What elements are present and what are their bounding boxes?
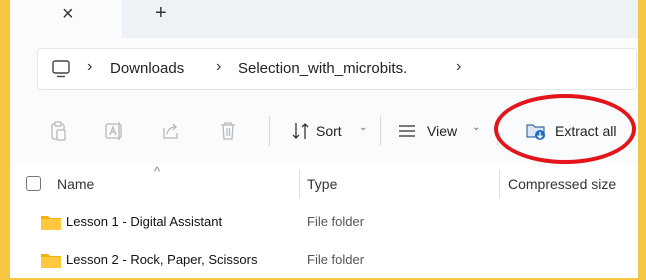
view-label: View [427,123,458,139]
column-header-row: ^ Name Type Compressed size [10,164,638,202]
sort-icon [292,123,309,139]
select-all-checkbox[interactable] [26,176,41,191]
column-divider[interactable] [499,170,500,198]
sort-label: Sort [316,123,342,139]
breadcrumb-separator[interactable]: › [87,58,92,76]
rename-icon[interactable] [103,120,125,142]
column-divider[interactable] [299,170,300,198]
tab-strip: × + [10,0,638,38]
item-type: File folder [307,214,365,229]
item-name: Lesson 1 - Digital Assistant [66,214,223,229]
computer-icon[interactable] [52,59,70,79]
highlight-ring [494,94,636,164]
new-tab-button[interactable]: + [155,2,167,25]
active-tab[interactable]: × [10,0,122,38]
breadcrumb-current-folder[interactable]: Selection_with_microbits. [238,60,407,77]
column-header-compressed-size[interactable]: Compressed size [508,176,616,192]
delete-icon[interactable] [217,120,239,142]
paste-icon[interactable] [48,120,70,142]
address-bar[interactable]: › Downloads › Selection_with_microbits. … [37,48,637,90]
list-item[interactable]: Lesson 1 - Digital Assistant File folder [10,204,638,240]
view-icon [399,125,415,137]
sort-ascending-icon: ^ [154,164,161,179]
chevron-down-icon: ⌄ [472,122,481,133]
share-icon[interactable] [160,120,182,142]
toolbar-divider [380,116,381,146]
list-item[interactable]: Lesson 2 - Rock, Paper, Scissors File fo… [10,242,638,278]
toolbar-divider [269,116,270,146]
item-name: Lesson 2 - Rock, Paper, Scissors [66,252,258,267]
folder-icon [41,254,61,268]
breadcrumb-separator[interactable]: › [456,58,461,76]
breadcrumb-downloads[interactable]: Downloads [110,60,184,77]
address-bar-area: › Downloads › Selection_with_microbits. … [10,38,638,98]
item-type: File folder [307,252,365,267]
folder-icon [41,216,61,230]
column-header-name[interactable]: Name [57,176,94,192]
breadcrumb-separator[interactable]: › [216,58,221,76]
close-tab-button[interactable]: × [62,3,74,26]
column-header-type[interactable]: Type [307,176,337,192]
chevron-down-icon: ⌄ [359,122,368,133]
